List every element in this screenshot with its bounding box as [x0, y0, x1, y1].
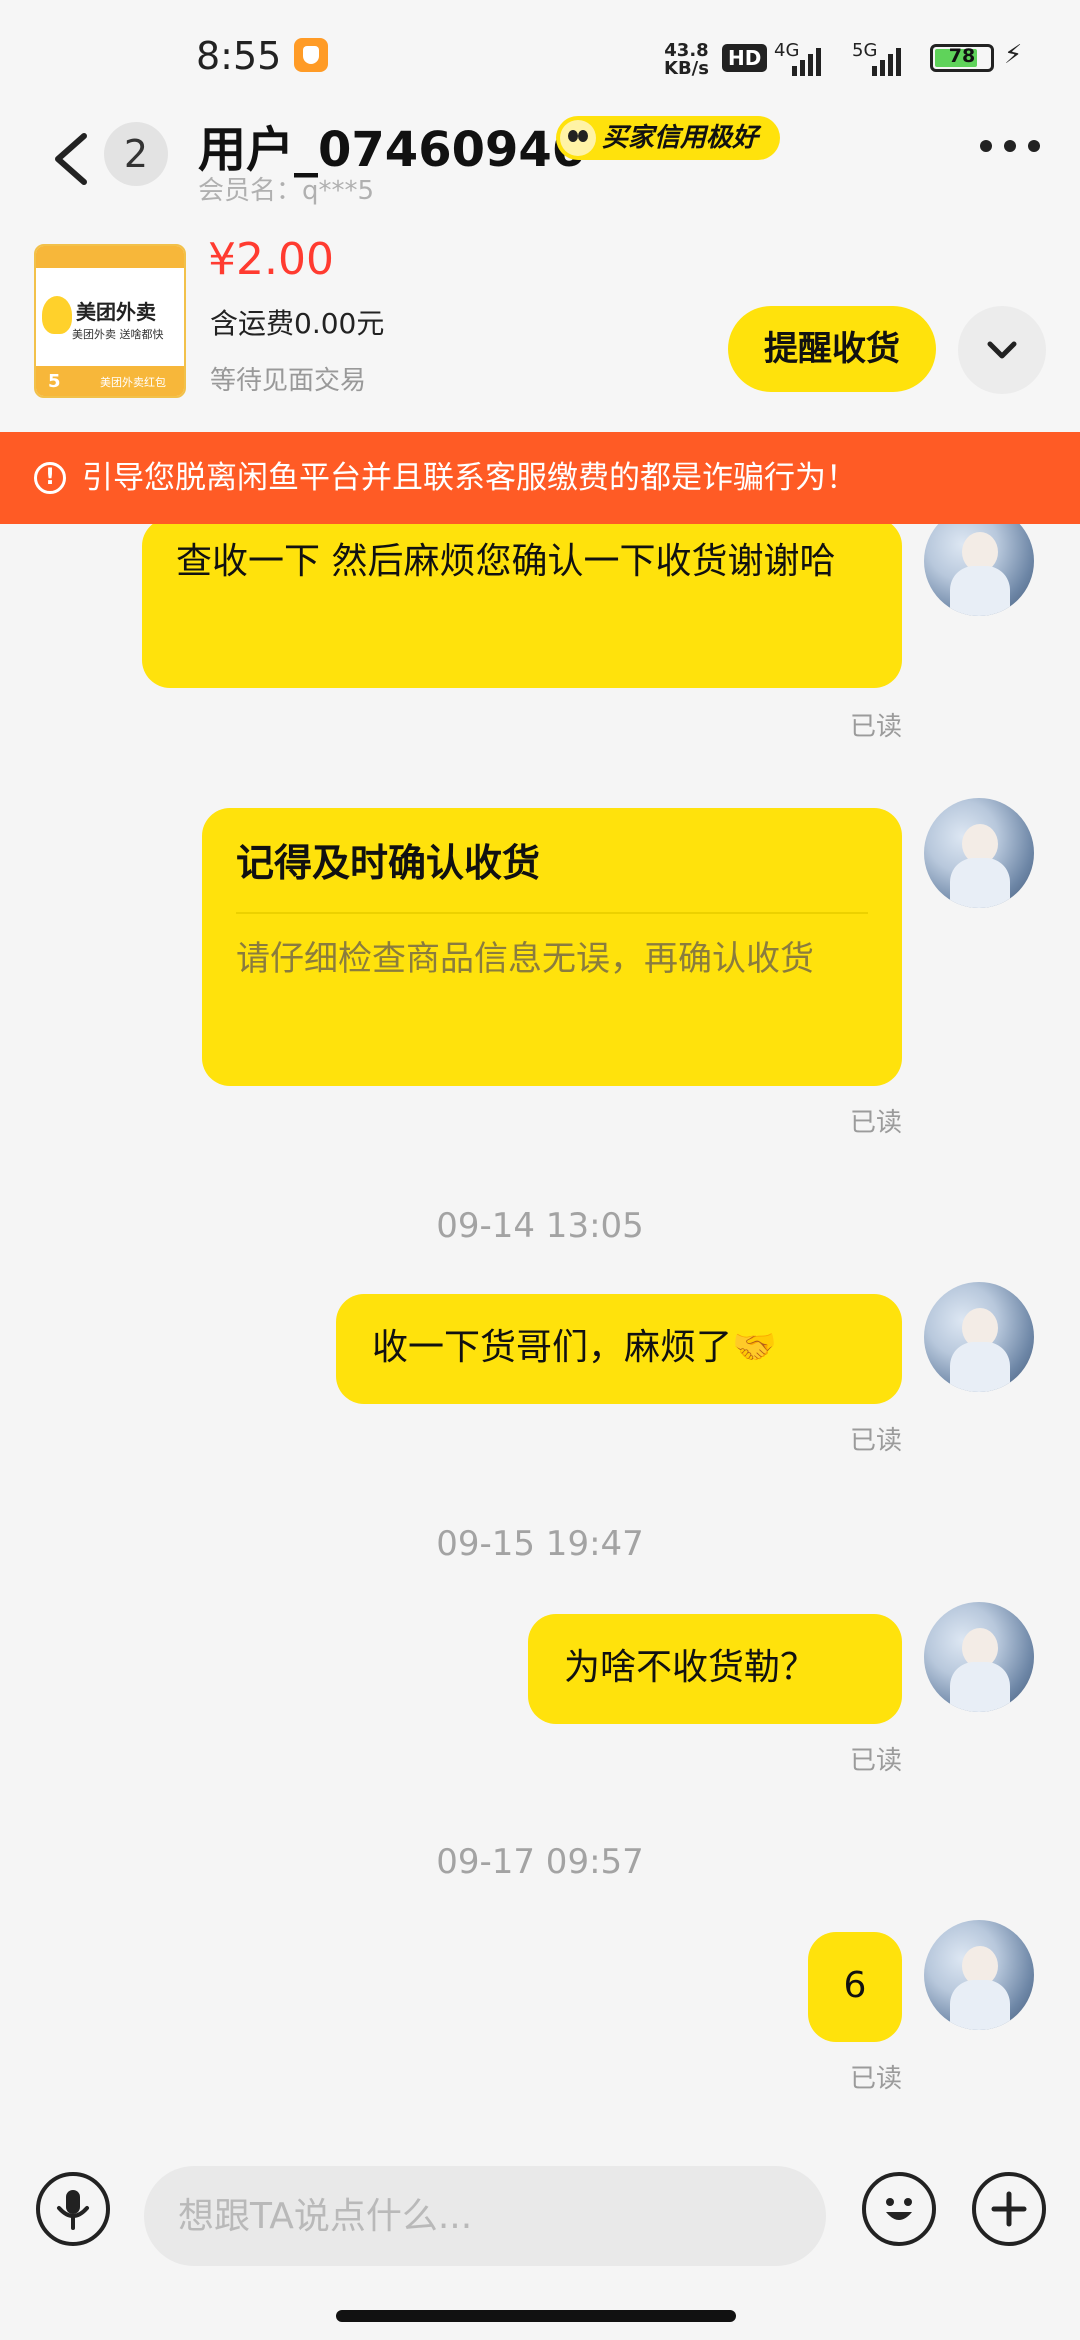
card-title: 记得及时确认收货 — [236, 841, 541, 885]
voice-button[interactable] — [36, 2172, 110, 2246]
confirm-receipt-card[interactable]: 记得及时确认收货 请仔细检查商品信息无误，再确认收货 — [202, 808, 902, 1086]
signal-icon — [792, 46, 821, 76]
more-icon[interactable] — [980, 136, 1040, 156]
timestamp: 09-14 13:05 — [436, 1206, 644, 1246]
product-card[interactable]: 美团外卖 美团外卖 送啥都快 5 美团外卖红包 ¥2.00 含运费0.00元 等… — [0, 210, 1080, 432]
avatar[interactable] — [924, 1602, 1034, 1712]
message-bubble[interactable]: 6 — [808, 1932, 902, 2042]
network-speed-unit: KB/s — [664, 58, 709, 79]
card-description: 请仔细检查商品信息无误，再确认收货 — [236, 939, 814, 979]
notification-app-icon — [294, 38, 328, 72]
read-receipt: 已读 — [849, 2064, 902, 2094]
trade-status: 等待见面交易 — [210, 366, 367, 396]
message-bubble[interactable]: 查收一下 然后麻烦您确认一下收货谢谢哈 — [142, 524, 902, 688]
product-thumbnail[interactable]: 美团外卖 美团外卖 送啥都快 5 美团外卖红包 — [34, 244, 186, 398]
message-bubble[interactable]: 收一下货哥们，麻烦了🤝 — [336, 1294, 902, 1404]
thumbnail-bottom-text: 美团外卖红包 — [100, 376, 166, 389]
timestamp: 09-17 09:57 — [436, 1842, 644, 1882]
chat-screen: 8:55 43.8 KB/s HD 4G 5G 78 ⚡ 2 用户_074609… — [0, 0, 1080, 2340]
status-bar: 8:55 43.8 KB/s HD 4G 5G 78 ⚡ — [0, 0, 1080, 110]
kangaroo-logo-icon — [42, 296, 72, 334]
charging-icon: ⚡ — [1004, 40, 1023, 70]
expand-button[interactable] — [958, 306, 1046, 394]
message-list[interactable]: 查收一下 然后麻烦您确认一下收货谢谢哈 已读 记得及时确认收货 请仔细检查商品信… — [0, 524, 1080, 2144]
chat-header: 2 用户_07460946 买家信用极好 会员名：q***5 — [0, 110, 1080, 210]
chevron-down-icon — [987, 341, 1017, 359]
timestamp: 09-15 19:47 — [436, 1524, 644, 1564]
read-receipt: 已读 — [849, 712, 902, 742]
thumbnail-top-strip — [36, 246, 184, 268]
read-receipt: 已读 — [849, 1108, 902, 1138]
battery-icon: 78 — [930, 44, 994, 72]
read-receipt: 已读 — [849, 1746, 902, 1776]
emoji-icon — [886, 2198, 912, 2220]
avatar[interactable] — [924, 798, 1034, 908]
product-price: ¥2.00 — [208, 234, 334, 285]
credit-badge-label: 买家信用极好 — [602, 123, 759, 153]
message-text: 收一下货哥们，麻烦了🤝 — [372, 1327, 777, 1368]
signal-icon-2 — [872, 46, 901, 76]
plus-icon — [991, 2191, 1027, 2227]
warning-text: 引导您脱离闲鱼平台并且联系客服缴费的都是诈骗行为！ — [82, 460, 857, 496]
thumbnail-brand: 美团外卖 — [76, 300, 156, 324]
back-icon[interactable] — [44, 124, 104, 194]
message-bubble[interactable]: 为啥不收货勒？ — [528, 1614, 902, 1724]
shipping-fee: 含运费0.00元 — [210, 307, 385, 340]
battery-percent: 78 — [948, 45, 976, 67]
avatar[interactable] — [924, 1282, 1034, 1392]
plus-button[interactable] — [972, 2172, 1046, 2246]
message-text: 6 — [843, 1965, 867, 2006]
thumbnail-slogan: 美团外卖 送啥都快 — [72, 328, 164, 341]
hd-icon: HD — [722, 44, 768, 72]
home-indicator[interactable] — [336, 2310, 736, 2322]
avatar[interactable] — [924, 524, 1034, 616]
member-name: 会员名：q***5 — [198, 176, 375, 206]
remind-receipt-button[interactable]: 提醒收货 — [728, 306, 936, 392]
credit-face-icon — [560, 120, 596, 156]
credit-badge[interactable]: 买家信用极好 — [556, 116, 781, 160]
avatar[interactable] — [924, 1920, 1034, 2030]
message-input[interactable] — [144, 2166, 826, 2266]
fraud-warning-banner: ! 引导您脱离闲鱼平台并且联系客服缴费的都是诈骗行为！ — [0, 432, 1080, 524]
emoji-button[interactable] — [862, 2172, 936, 2246]
card-divider — [236, 912, 868, 914]
network-speed: 43.8 KB/s — [664, 42, 709, 78]
unread-count-badge[interactable]: 2 — [104, 122, 168, 186]
status-time: 8:55 — [196, 34, 282, 78]
message-text: 查收一下 然后麻烦您确认一下收货谢谢哈 — [176, 541, 836, 582]
read-receipt: 已读 — [849, 1426, 902, 1456]
thumbnail-number: 5 — [48, 371, 61, 392]
warning-icon: ! — [34, 462, 66, 494]
microphone-icon — [57, 2190, 89, 2230]
message-text: 为啥不收货勒？ — [564, 1647, 817, 1688]
